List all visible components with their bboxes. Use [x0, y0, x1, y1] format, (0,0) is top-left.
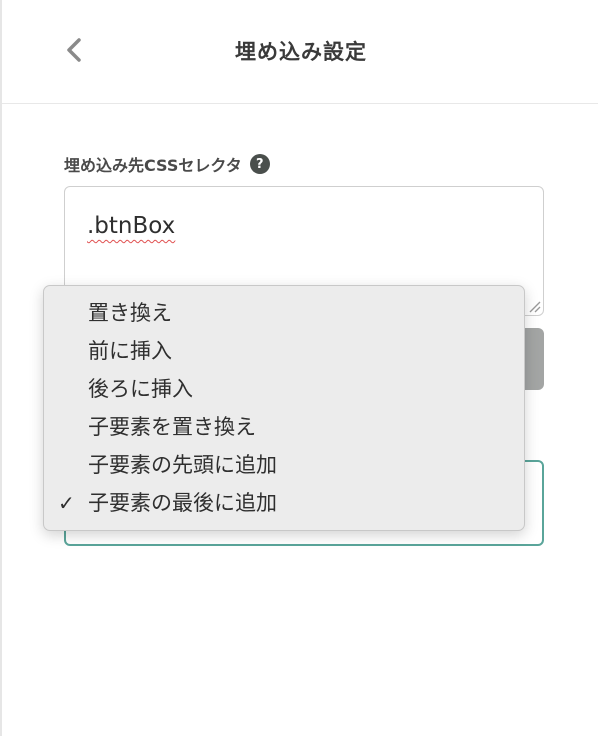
selector-label-text: 埋め込み先CSSセレクタ [64, 156, 242, 175]
page-title: 埋め込み設定 [235, 40, 367, 64]
option-insert-before[interactable]: 前に挿入 [44, 332, 524, 370]
help-icon[interactable]: ? [249, 154, 270, 174]
insert-mode-dropdown: 置き換え 前に挿入 後ろに挿入 子要素を置き換え 子要素の先頭に追加 ✓ 子要素… [43, 285, 525, 531]
option-replace-children[interactable]: 子要素を置き換え [44, 408, 524, 446]
resize-handle-icon[interactable] [527, 299, 541, 313]
option-label: 子要素の最後に追加 [88, 491, 277, 515]
option-replace[interactable]: 置き換え [44, 294, 524, 332]
option-insert-after[interactable]: 後ろに挿入 [44, 370, 524, 408]
selector-field-label: 埋め込み先CSSセレクタ ? [64, 152, 270, 176]
settings-panel: 埋め込み設定 埋め込み先CSSセレクタ ? .btnBox 置き換え 前に挿入 … [0, 0, 598, 736]
option-label: 子要素の先頭に追加 [88, 453, 277, 477]
option-label: 子要素を置き換え [88, 415, 256, 439]
option-label: 後ろに挿入 [88, 377, 193, 401]
option-label: 置き換え [88, 301, 172, 325]
option-append-child[interactable]: ✓ 子要素の最後に追加 [44, 484, 524, 522]
css-selector-value: .btnBox [87, 213, 176, 239]
checkmark-icon: ✓ [58, 491, 75, 515]
option-label: 前に挿入 [88, 339, 172, 363]
header: 埋め込み設定 [2, 0, 598, 104]
option-prepend-child[interactable]: 子要素の先頭に追加 [44, 446, 524, 484]
